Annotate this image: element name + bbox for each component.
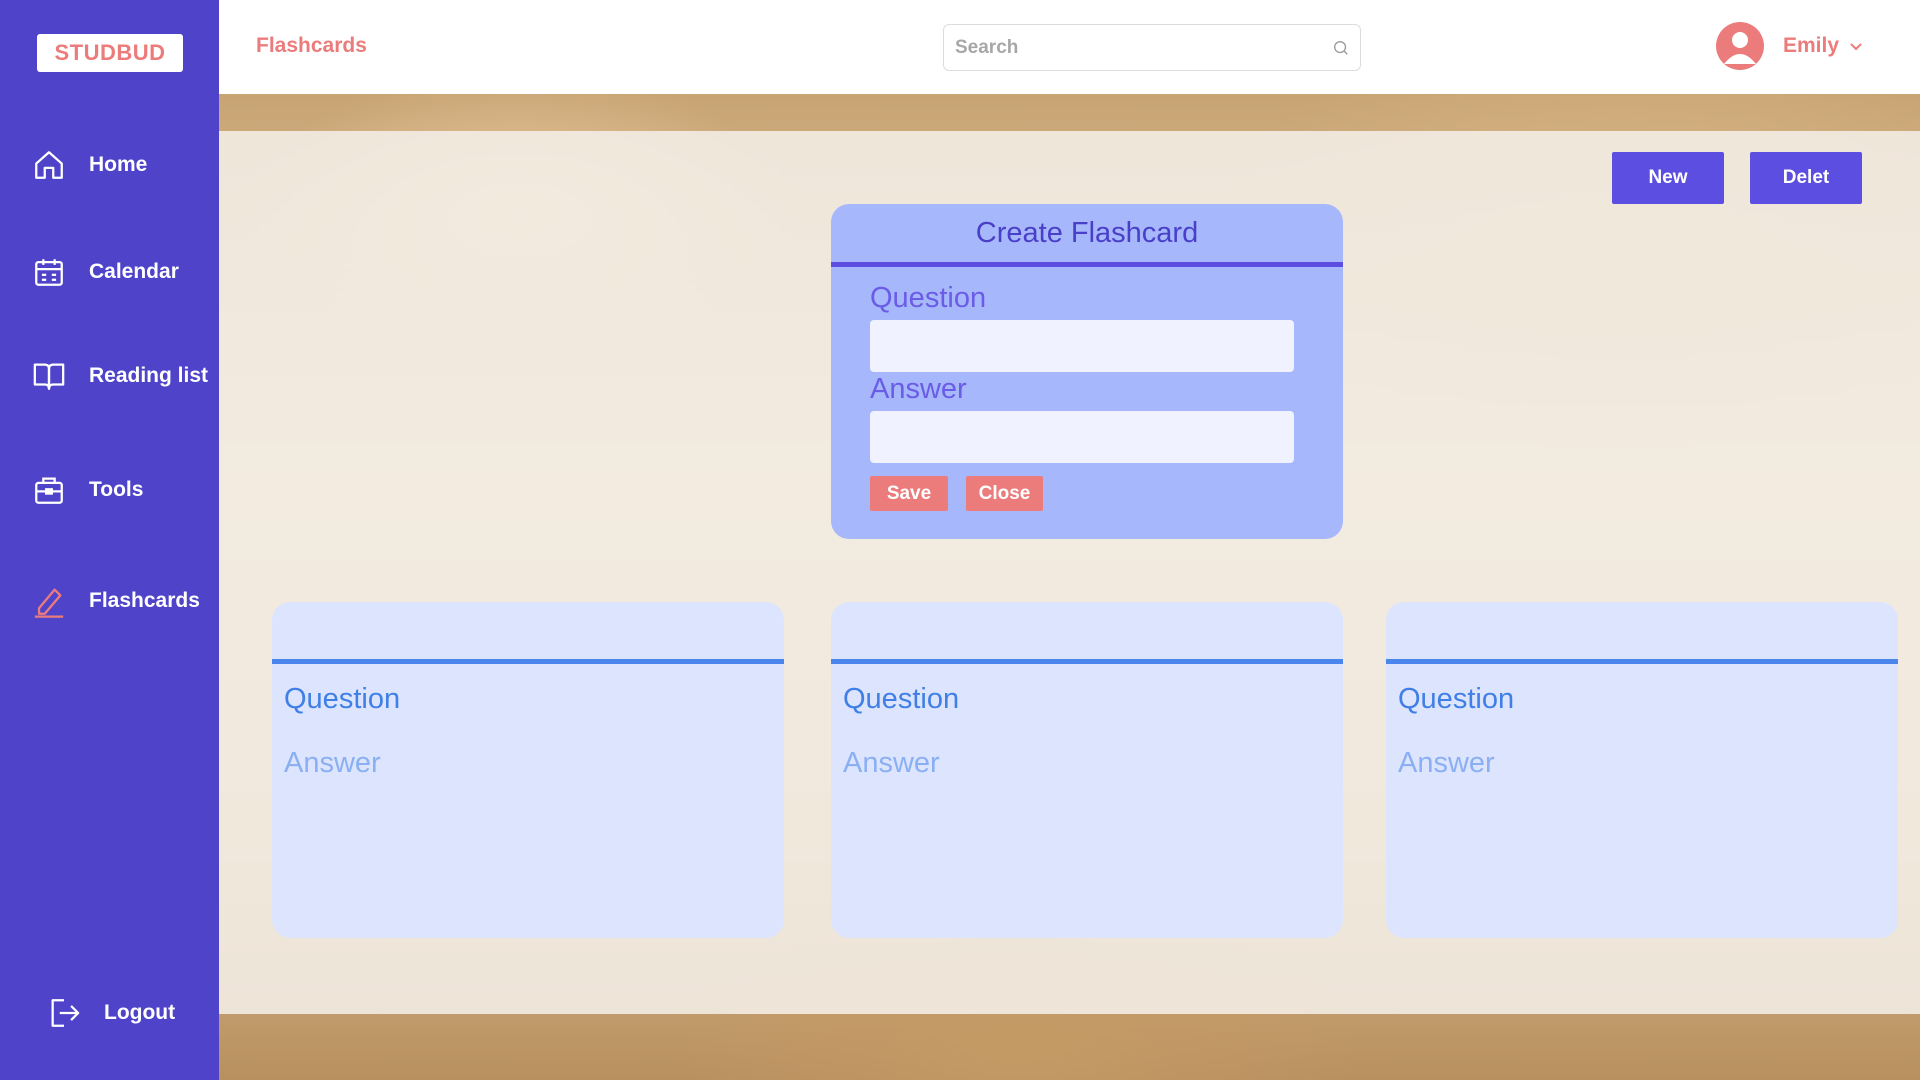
sidebar-item-label: Flashcards <box>89 589 200 612</box>
sidebar-item-label: Tools <box>89 478 144 501</box>
card-question: Question <box>284 683 401 715</box>
card-header <box>831 602 1343 664</box>
delete-button[interactable]: Delet <box>1750 152 1862 204</box>
sidebar-item-home[interactable]: Home <box>31 147 147 183</box>
sidebar-item-label: Home <box>89 153 148 176</box>
page-title: Flashcards <box>256 34 367 57</box>
toolbox-icon <box>31 472 67 508</box>
card-question: Question <box>843 683 960 715</box>
card-header <box>272 602 784 664</box>
avatar[interactable] <box>1716 22 1764 70</box>
save-button[interactable]: Save <box>870 476 948 511</box>
pencil-icon <box>31 583 67 619</box>
sidebar-item-calendar[interactable]: Calendar <box>31 254 179 290</box>
card-answer: Answer <box>284 747 381 779</box>
sidebar-item-reading-list[interactable]: Reading list <box>31 358 208 394</box>
close-button[interactable]: Close <box>966 476 1043 511</box>
sidebar-item-label: Reading list <box>89 364 209 387</box>
flashcard[interactable]: Question Answer <box>1386 602 1898 938</box>
user-icon <box>1724 32 1756 64</box>
flashcard[interactable]: Question Answer <box>272 602 784 938</box>
home-icon <box>31 147 67 183</box>
answer-label: Answer <box>870 373 967 405</box>
sidebar: STUDBUD Home Calendar Reading list Tools… <box>0 0 219 1080</box>
search-icon[interactable] <box>1332 39 1350 57</box>
card-header <box>1386 602 1898 664</box>
search-input[interactable] <box>944 25 1360 70</box>
sidebar-item-flashcards[interactable]: Flashcards <box>31 583 200 619</box>
dialog-title: Create Flashcard <box>831 204 1343 267</box>
card-question: Question <box>1398 683 1515 715</box>
search-box <box>943 24 1361 71</box>
card-answer: Answer <box>843 747 940 779</box>
logout-icon <box>46 995 82 1031</box>
book-icon <box>31 358 67 394</box>
answer-input[interactable] <box>870 411 1294 463</box>
sidebar-item-label: Calendar <box>89 260 179 283</box>
logout-label: Logout <box>104 1001 176 1024</box>
chevron-down-icon[interactable] <box>1848 38 1864 54</box>
app-logo[interactable]: STUDBUD <box>37 34 183 72</box>
user-menu[interactable]: Emily <box>1716 22 1864 70</box>
question-label: Question <box>870 282 987 314</box>
new-button[interactable]: New <box>1612 152 1724 204</box>
question-input[interactable] <box>870 320 1294 372</box>
flashcard[interactable]: Question Answer <box>831 602 1343 938</box>
user-name: Emily <box>1783 34 1840 57</box>
top-header: Flashcards Emily <box>219 0 1920 94</box>
create-flashcard-dialog: Create Flashcard Question Answer Save Cl… <box>831 204 1343 539</box>
calendar-icon <box>31 254 67 290</box>
card-answer: Answer <box>1398 747 1495 779</box>
sidebar-item-tools[interactable]: Tools <box>31 472 143 508</box>
logout-button[interactable]: Logout <box>46 995 175 1031</box>
